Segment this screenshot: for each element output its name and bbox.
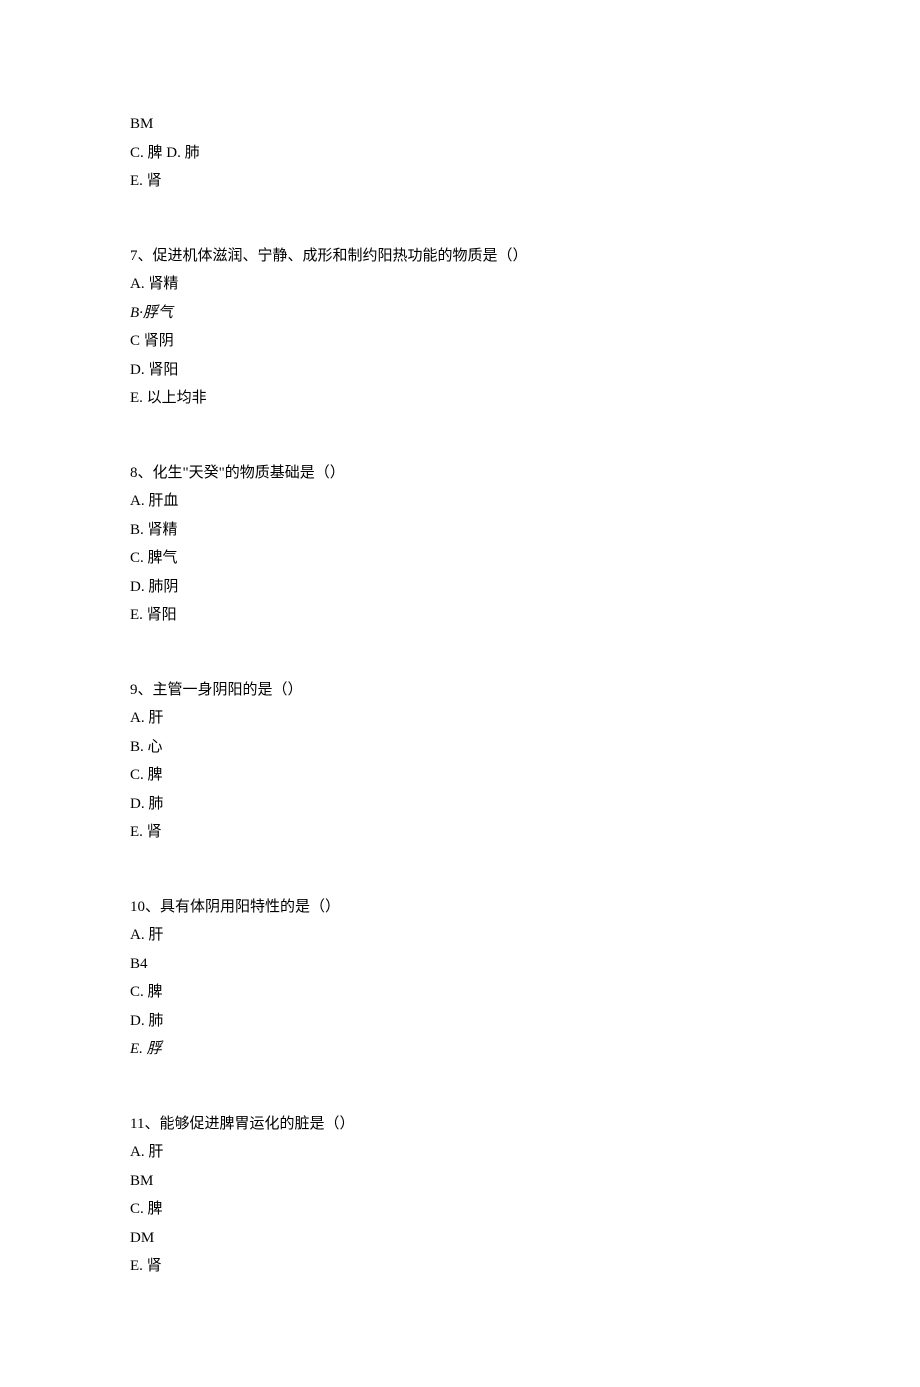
text-line: E. 以上均非: [130, 384, 790, 413]
text-line: A. 肝: [130, 704, 790, 733]
question-block: 9、主管一身阴阳的是（）A. 肝B. 心C. 脾D. 肺E. 肾: [130, 676, 790, 847]
text-line: BM: [130, 110, 790, 139]
document-content: BMC. 脾 D. 肺E. 肾7、促进机体滋润、宁静、成形和制约阳热功能的物质是…: [130, 110, 790, 1281]
text-line: BM: [130, 1167, 790, 1196]
text-line: E. 脬: [130, 1035, 790, 1064]
text-line: C. 脾气: [130, 544, 790, 573]
text-line: D. 肺阴: [130, 573, 790, 602]
question-block: 7、促进机体滋润、宁静、成形和制约阳热功能的物质是（）A. 肾精B·脬气C 肾阴…: [130, 242, 790, 413]
text-line: B4: [130, 950, 790, 979]
text-line: B. 心: [130, 733, 790, 762]
text-line: D. 肾阳: [130, 356, 790, 385]
text-line: A. 肾精: [130, 270, 790, 299]
text-line: 11、能够促进脾胃运化的脏是（）: [130, 1110, 790, 1139]
text-line: E. 肾: [130, 1252, 790, 1281]
text-line: E. 肾阳: [130, 601, 790, 630]
text-line: A. 肝: [130, 921, 790, 950]
text-line: E. 肾: [130, 167, 790, 196]
question-block: 10、具有体阴用阳特性的是（）A. 肝B4C. 脾D. 肺E. 脬: [130, 893, 790, 1064]
text-line: 10、具有体阴用阳特性的是（）: [130, 893, 790, 922]
text-line: A. 肝血: [130, 487, 790, 516]
text-line: C. 脾: [130, 978, 790, 1007]
text-line: C 肾阴: [130, 327, 790, 356]
question-block: 11、能够促进脾胃运化的脏是（）A. 肝BMC. 脾DME. 肾: [130, 1110, 790, 1281]
text-line: 8、化生"天癸"的物质基础是（）: [130, 459, 790, 488]
text-line: D. 肺: [130, 790, 790, 819]
text-line: 9、主管一身阴阳的是（）: [130, 676, 790, 705]
question-block: BMC. 脾 D. 肺E. 肾: [130, 110, 790, 196]
text-line: C. 脾: [130, 761, 790, 790]
text-line: B·脬气: [130, 299, 790, 328]
text-line: C. 脾 D. 肺: [130, 139, 790, 168]
text-line: 7、促进机体滋润、宁静、成形和制约阳热功能的物质是（）: [130, 242, 790, 271]
text-line: B. 肾精: [130, 516, 790, 545]
text-line: E. 肾: [130, 818, 790, 847]
text-line: C. 脾: [130, 1195, 790, 1224]
text-line: D. 肺: [130, 1007, 790, 1036]
text-line: DM: [130, 1224, 790, 1253]
text-line: A. 肝: [130, 1138, 790, 1167]
question-block: 8、化生"天癸"的物质基础是（）A. 肝血B. 肾精C. 脾气D. 肺阴E. 肾…: [130, 459, 790, 630]
